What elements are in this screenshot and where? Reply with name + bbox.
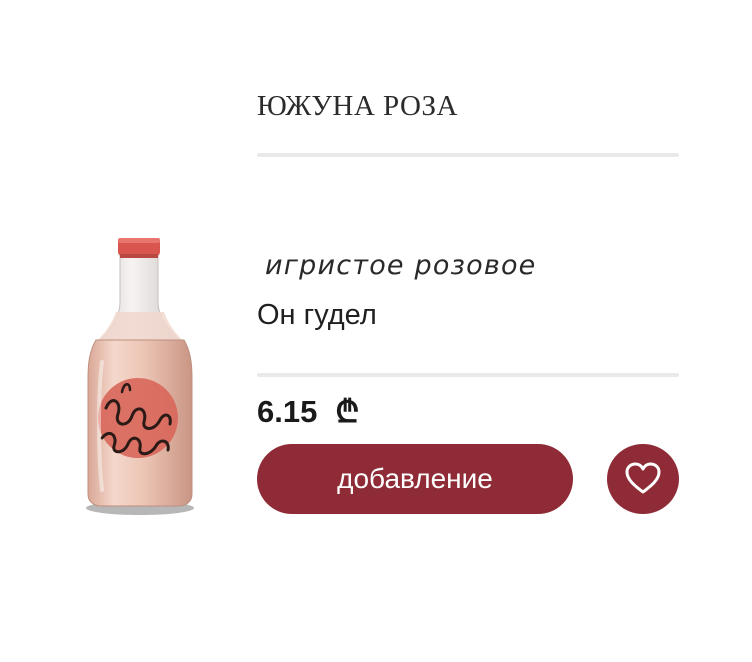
product-image[interactable] — [72, 232, 212, 522]
favorite-button[interactable] — [607, 444, 679, 514]
heart-icon — [624, 461, 662, 498]
producer-name: Он гудел — [257, 299, 377, 331]
product-card: ЮЖУНА РОЗА игристое розовое Он гудел 6.1… — [0, 0, 752, 662]
product-title: ЮЖУНА РОЗА — [257, 90, 458, 122]
price-value: 6.15 — [257, 394, 318, 429]
add-to-cart-button[interactable]: добавление — [257, 444, 573, 514]
bottle-illustration — [86, 238, 194, 515]
top-divider — [257, 153, 679, 157]
currency-symbol: ₾ — [335, 394, 360, 429]
wine-type: игристое розовое — [265, 250, 537, 281]
price: 6.15 ₾ — [257, 390, 359, 432]
middle-divider — [257, 373, 679, 377]
